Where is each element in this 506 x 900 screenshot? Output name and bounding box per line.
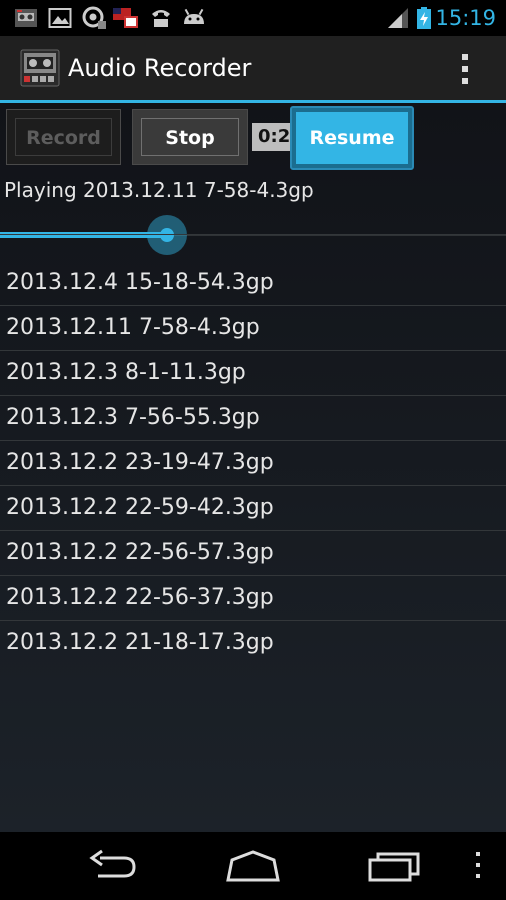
elapsed-timer: 0:2 bbox=[252, 123, 292, 151]
list-item[interactable]: 2013.12.3 8-1-11.3gp bbox=[0, 351, 506, 396]
cassette-recorder-icon[interactable] bbox=[20, 48, 60, 88]
list-item[interactable]: 2013.12.2 22-56-57.3gp bbox=[0, 531, 506, 576]
screen: 15:19 Audio Recorder Record Stop 0:2 Res… bbox=[0, 0, 506, 900]
list-item-label: 2013.12.3 7-56-55.3gp bbox=[6, 405, 260, 430]
android-icon bbox=[184, 8, 204, 24]
resume-button-label: Resume bbox=[296, 112, 408, 164]
menu-icon[interactable] bbox=[470, 846, 486, 886]
flag-app-icon bbox=[113, 8, 138, 28]
resume-button[interactable]: Resume bbox=[290, 106, 414, 170]
recordings-list: 2013.12.4 15-18-54.3gp 2013.12.11 7-58-4… bbox=[0, 261, 506, 666]
divider bbox=[0, 234, 506, 235]
list-item[interactable]: 2013.12.11 7-58-4.3gp bbox=[0, 306, 506, 351]
recorder-notification-icon bbox=[15, 9, 37, 27]
action-bar: Audio Recorder bbox=[0, 36, 506, 100]
seekbar-progress bbox=[0, 232, 167, 238]
list-item[interactable]: 2013.12.3 7-56-55.3gp bbox=[0, 396, 506, 441]
voicemail-icon bbox=[82, 6, 106, 29]
list-item-label: 2013.12.2 22-56-57.3gp bbox=[6, 540, 274, 565]
list-item-label: 2013.12.2 21-18-17.3gp bbox=[6, 630, 274, 655]
list-item[interactable]: 2013.12.4 15-18-54.3gp bbox=[0, 261, 506, 306]
status-time: 15:19 bbox=[435, 6, 496, 30]
overflow-menu-icon[interactable] bbox=[452, 52, 480, 86]
back-icon[interactable] bbox=[84, 846, 140, 886]
content-area: Record Stop 0:2 Resume Playing 2013.12.1… bbox=[0, 103, 506, 832]
list-item-label: 2013.12.3 8-1-11.3gp bbox=[6, 360, 246, 385]
stop-button-label: Stop bbox=[141, 118, 239, 156]
navigation-bar bbox=[0, 832, 506, 900]
list-item-label: 2013.12.11 7-58-4.3gp bbox=[6, 315, 260, 340]
list-item[interactable]: 2013.12.2 21-18-17.3gp bbox=[0, 621, 506, 666]
list-item[interactable]: 2013.12.2 23-19-47.3gp bbox=[0, 441, 506, 486]
seekbar-thumb[interactable] bbox=[146, 215, 187, 255]
list-item-label: 2013.12.2 23-19-47.3gp bbox=[6, 450, 274, 475]
home-icon[interactable] bbox=[224, 846, 282, 886]
page-title: Audio Recorder bbox=[68, 54, 252, 82]
battery-charging-icon bbox=[417, 7, 431, 29]
list-item[interactable]: 2013.12.2 22-59-42.3gp bbox=[0, 486, 506, 531]
record-button[interactable]: Record bbox=[6, 109, 121, 165]
signal-icon bbox=[388, 8, 408, 28]
record-button-label: Record bbox=[15, 118, 112, 156]
recent-apps-icon[interactable] bbox=[366, 846, 422, 886]
status-bar: 15:19 bbox=[0, 0, 506, 36]
phone-icon bbox=[152, 10, 170, 27]
list-item[interactable]: 2013.12.2 22-56-37.3gp bbox=[0, 576, 506, 621]
list-item-label: 2013.12.2 22-59-42.3gp bbox=[6, 495, 274, 520]
list-item-label: 2013.12.4 15-18-54.3gp bbox=[6, 270, 274, 295]
now-playing-label: Playing 2013.12.11 7-58-4.3gp bbox=[4, 178, 314, 202]
list-item-label: 2013.12.2 22-56-37.3gp bbox=[6, 585, 274, 610]
gallery-icon bbox=[48, 8, 72, 28]
stop-button[interactable]: Stop bbox=[132, 109, 248, 165]
playback-seekbar[interactable] bbox=[0, 215, 506, 255]
